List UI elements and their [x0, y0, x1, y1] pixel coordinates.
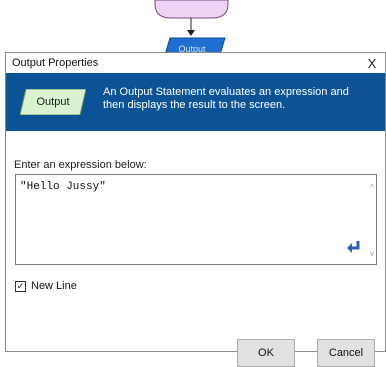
close-button[interactable]: X [359, 53, 385, 73]
dialog-titlebar[interactable]: Output Properties X [6, 53, 385, 73]
flow-arrowhead [187, 30, 195, 36]
enter-key-icon[interactable] [346, 240, 362, 254]
new-line-checkbox[interactable]: ✓ [15, 280, 26, 292]
expression-value[interactable]: "Hello Jussy" [20, 181, 106, 193]
checkmark-icon: ✓ [16, 280, 25, 291]
expression-prompt: Enter an expression below: [14, 159, 147, 171]
scroll-up-arrow-icon[interactable]: ^ [370, 183, 374, 192]
output-shape-label: Output [36, 96, 70, 108]
info-banner: Output An Output Statement evaluates an … [6, 73, 385, 131]
ok-button[interactable]: OK [237, 339, 295, 367]
new-line-option[interactable]: ✓ New Line [15, 279, 77, 293]
dialog-title: Output Properties [12, 57, 99, 69]
scroll-down-arrow-icon[interactable]: v [370, 249, 374, 258]
flowchart-background: Output [0, 0, 386, 60]
output-properties-dialog: Output Properties X Output An Output Sta… [5, 52, 386, 367]
close-icon: X [367, 55, 377, 71]
output-shape-icon: Output [20, 89, 86, 115]
expression-textarea[interactable]: "Hello Jussy" ^ v [15, 174, 377, 265]
new-line-label[interactable]: New Line [31, 280, 77, 292]
cancel-button[interactable]: Cancel [317, 339, 375, 367]
flow-terminal-shape[interactable] [154, 0, 229, 19]
banner-description: An Output Statement evaluates an express… [103, 86, 349, 111]
